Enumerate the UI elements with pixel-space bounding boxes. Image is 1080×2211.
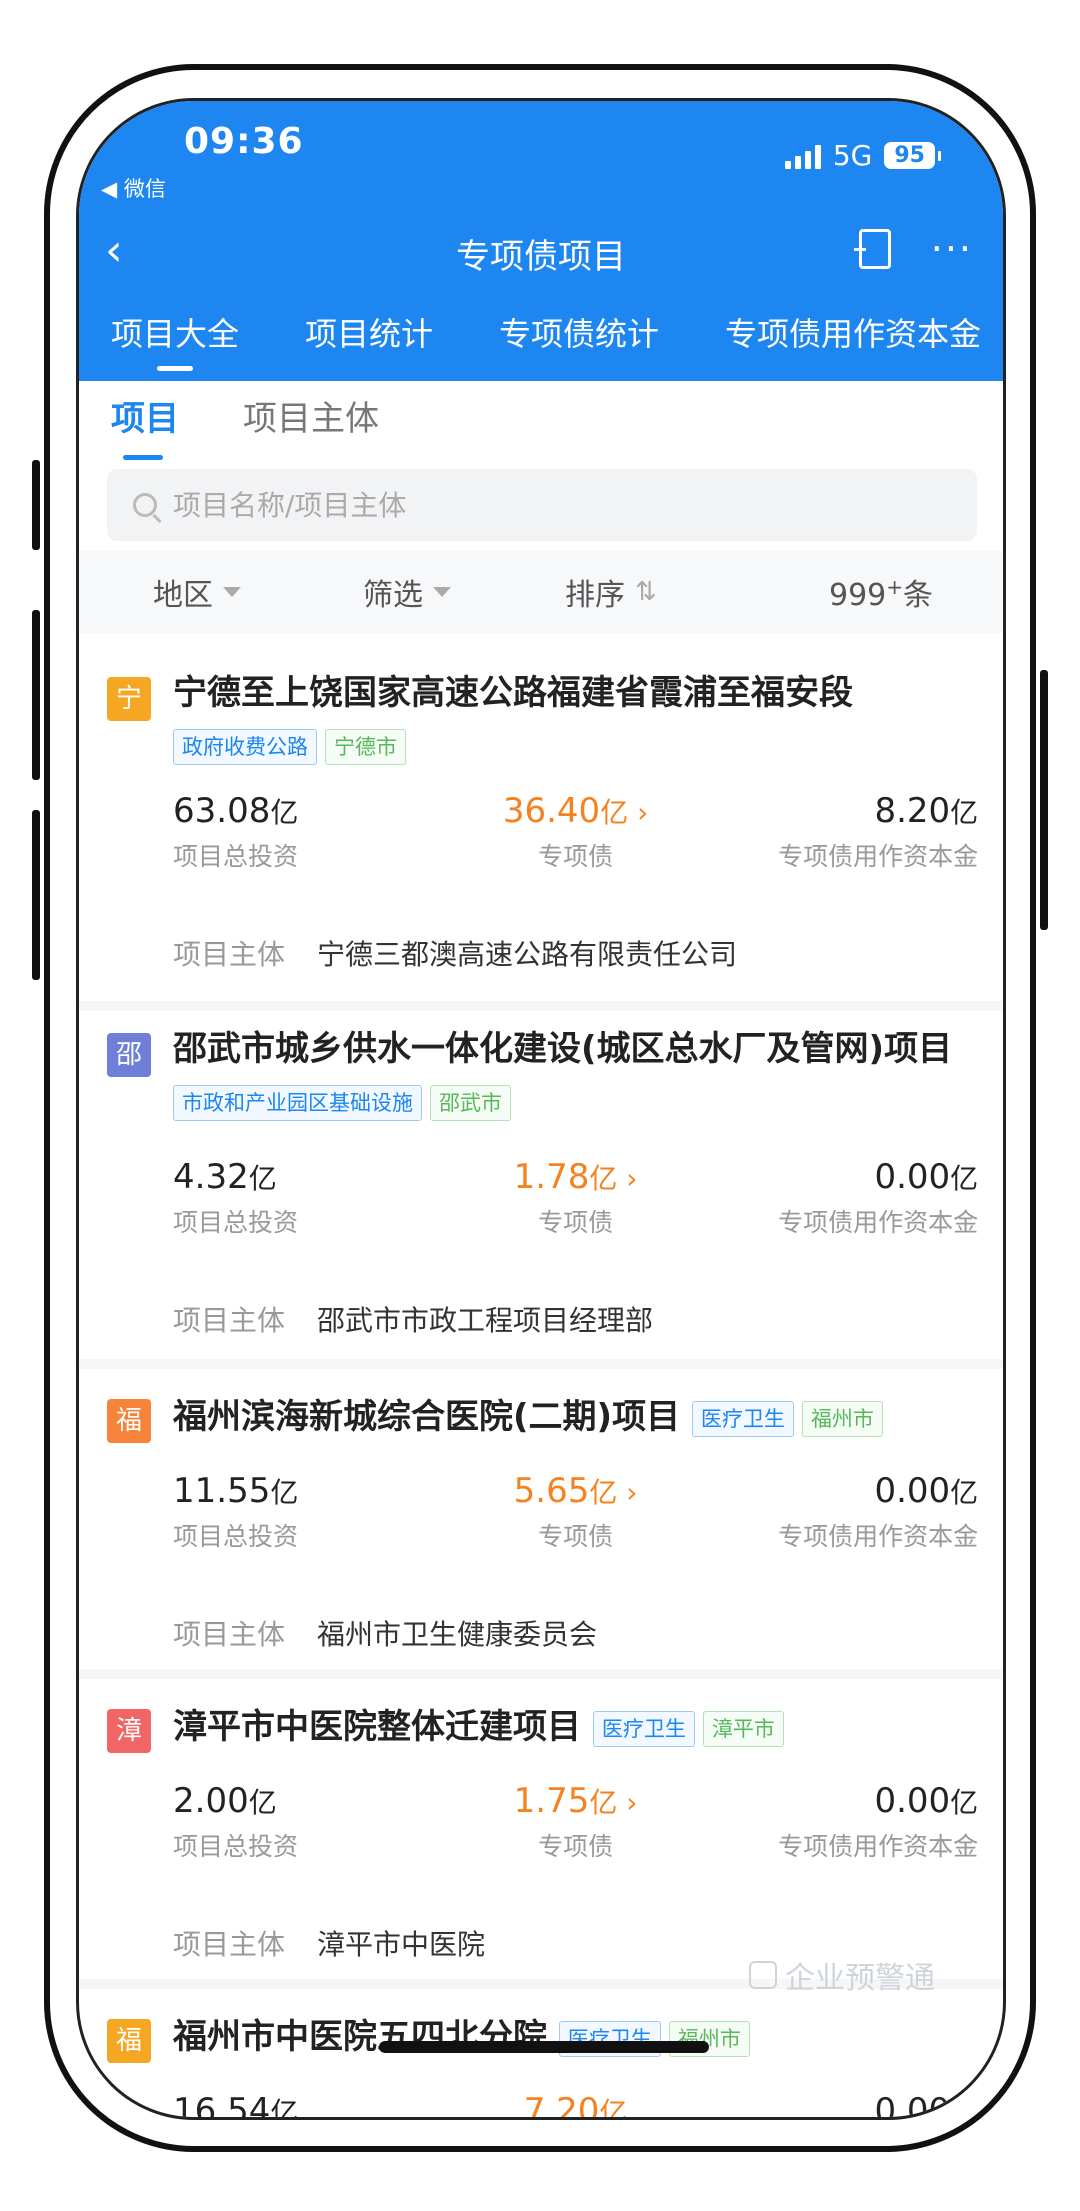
bond-as-capital: 0.00亿 专项债用作资本金 — [778, 1471, 979, 1551]
chevron-down-icon — [433, 587, 451, 597]
project-stats: 16.54亿 7.20亿 0.00亿 — [173, 2091, 979, 2120]
power-button — [1040, 670, 1048, 930]
project-card[interactable]: 漳 漳平市中医院整体迁建项目 医疗卫生 漳平市 2.00亿 项目总投资 1.75亿 … — [79, 1679, 1003, 1989]
volume-up-button — [32, 610, 40, 780]
home-indicator[interactable] — [379, 2041, 709, 2053]
region-badge: 邵 — [107, 1033, 151, 1077]
region-filter[interactable]: 地区 — [153, 570, 241, 614]
screen-filter[interactable]: 筛选 — [363, 570, 451, 614]
tab-bond-stats[interactable]: 专项债统计 — [499, 309, 659, 355]
region-badge: 福 — [107, 1399, 151, 1443]
project-owner: 项目主体 邵武市市政工程项目经理部 — [173, 1304, 654, 1337]
sub-tab-bar: 项目 项目主体 — [111, 391, 379, 460]
search-input[interactable] — [171, 487, 875, 523]
project-card[interactable]: 宁 宁德至上饶国家高速公路福建省霞浦至福安段 政府收费公路 宁德市 63.08亿项… — [79, 633, 1003, 1011]
special-bond-link[interactable]: 36.40亿 › 专项债 — [441, 791, 709, 873]
app-screen: 09:36 ◀ 微信 5G 95 ‹ 专项债项目 ··· 项目大全 项目统计 专… — [76, 98, 1006, 2120]
region-badge: 福 — [107, 2019, 151, 2063]
project-stats: 2.00亿 项目总投资 1.75亿 › 专项债 0.00亿 专项债用作资本金 — [173, 1781, 979, 1863]
search-icon — [133, 493, 157, 517]
category-tag: 医疗卫生 — [691, 1400, 794, 1437]
bond-as-capital: 8.20亿 专项债用作资本金 — [778, 791, 979, 871]
volume-down-button — [32, 810, 40, 980]
bond-as-capital: 0.00亿 — [874, 2091, 979, 2120]
subtab-project-entities[interactable]: 项目主体 — [243, 391, 379, 440]
total-investment: 11.55亿 项目总投资 — [173, 1471, 299, 1551]
watermark: 企业预警通 — [749, 1953, 935, 1997]
top-tab-bar: 项目大全 项目统计 专项债统计 专项债用作资本金 — [111, 309, 981, 371]
region-filter-label: 地区 — [153, 578, 213, 613]
project-title[interactable]: 邵武市城乡供水一体化建设(城区总水厂及管网)项目 市政和产业园区基础设施 邵武市 — [173, 1023, 979, 1127]
project-stats: 11.55亿 项目总投资 5.65亿 › 专项债 0.00亿 专项债用作资本金 — [173, 1471, 979, 1553]
sort-filter-label: 排序 — [565, 578, 625, 613]
category-tag: 医疗卫生 — [592, 1710, 695, 1747]
project-owner: 项目主体 宁德三都澳高速公路有限责任公司 — [173, 938, 738, 971]
region-badge: 漳 — [107, 1709, 151, 1753]
project-owner: 项目主体 漳平市中医院 — [173, 1928, 486, 1961]
special-bond-link[interactable]: 1.75亿 › 专项债 — [441, 1781, 709, 1863]
city-tag: 邵武市 — [430, 1084, 511, 1121]
status-right: 5G 95 — [784, 139, 941, 172]
sort-filter[interactable]: 排序 ⇅ — [565, 570, 657, 614]
more-options-icon[interactable]: ··· — [931, 230, 973, 268]
project-stats: 4.32亿 项目总投资 1.78亿 › 专项债 0.00亿 专项债用作资本金 — [173, 1157, 979, 1239]
project-title[interactable]: 宁德至上饶国家高速公路福建省霞浦至福安段 政府收费公路 宁德市 — [173, 667, 979, 771]
network-type: 5G — [832, 139, 873, 172]
back-to-wechat-link[interactable]: ◀ 微信 — [101, 173, 166, 203]
tab-project-stats[interactable]: 项目统计 — [305, 309, 433, 355]
nav-actions: ··· — [853, 229, 973, 269]
bond-as-capital: 0.00亿 专项债用作资本金 — [778, 1157, 979, 1237]
status-time: 09:36 — [184, 121, 304, 162]
special-bond-link[interactable]: 7.20亿 — [441, 2091, 709, 2117]
total-investment: 2.00亿 项目总投资 — [173, 1781, 299, 1861]
filter-bar: 地区 筛选 排序 ⇅ 999+条 — [79, 551, 1003, 633]
project-title[interactable]: 漳平市中医院整体迁建项目 医疗卫生 漳平市 — [173, 1701, 979, 1753]
total-investment: 16.54亿 — [173, 2091, 299, 2120]
battery-icon: 95 — [884, 142, 941, 169]
city-tag: 福州市 — [801, 1400, 883, 1437]
chevron-down-icon — [223, 587, 241, 597]
city-tag: 漳平市 — [702, 1710, 784, 1747]
app-header: 09:36 ◀ 微信 5G 95 ‹ 专项债项目 ··· 项目大全 项目统计 专… — [79, 101, 1003, 381]
subtab-projects[interactable]: 项目 — [111, 391, 179, 460]
tab-bond-capital[interactable]: 专项债用作资本金 — [725, 309, 981, 355]
total-investment: 4.32亿 项目总投资 — [173, 1157, 299, 1237]
result-count: 999+条 — [829, 575, 934, 613]
project-card[interactable]: 邵 邵武市城乡供水一体化建设(城区总水厂及管网)项目 市政和产业园区基础设施 邵武… — [79, 999, 1003, 1369]
special-bond-link[interactable]: 1.78亿 › 专项债 — [441, 1157, 709, 1239]
search-box — [107, 469, 977, 541]
export-document-icon[interactable] — [853, 229, 891, 269]
total-investment: 63.08亿 项目总投资 — [173, 791, 299, 871]
special-bond-link[interactable]: 5.65亿 › 专项债 — [441, 1471, 709, 1553]
signal-icon — [784, 143, 821, 169]
screen-filter-label: 筛选 — [363, 578, 423, 613]
bond-as-capital: 0.00亿 专项债用作资本金 — [778, 1781, 979, 1861]
category-tag: 政府收费公路 — [173, 728, 317, 765]
project-title[interactable]: 福州滨海新城综合医院(二期)项目 医疗卫生 福州市 — [173, 1391, 979, 1443]
category-tag: 市政和产业园区基础设施 — [173, 1084, 422, 1121]
project-owner: 项目主体 福州市卫生健康委员会 — [173, 1618, 598, 1651]
project-title[interactable]: 福州市中医院五四北分院 医疗卫生 福州市 — [173, 2011, 979, 2063]
watermark-logo-icon — [749, 1961, 777, 1989]
city-tag: 宁德市 — [325, 728, 406, 765]
mute-switch — [32, 460, 40, 550]
region-badge: 宁 — [107, 677, 151, 721]
tab-project-all[interactable]: 项目大全 — [111, 309, 239, 371]
project-card[interactable]: 福 福州市中医院五四北分院 医疗卫生 福州市 16.54亿 7.20亿 0.00亿 — [79, 1989, 1003, 2120]
project-stats: 63.08亿 项目总投资 36.40亿 › 专项债 8.20亿 专项债用作资本金 — [173, 791, 979, 873]
project-card[interactable]: 福 福州滨海新城综合医院(二期)项目 医疗卫生 福州市 11.55亿 项目总投资 5… — [79, 1369, 1003, 1679]
sort-icon: ⇅ — [635, 577, 657, 607]
